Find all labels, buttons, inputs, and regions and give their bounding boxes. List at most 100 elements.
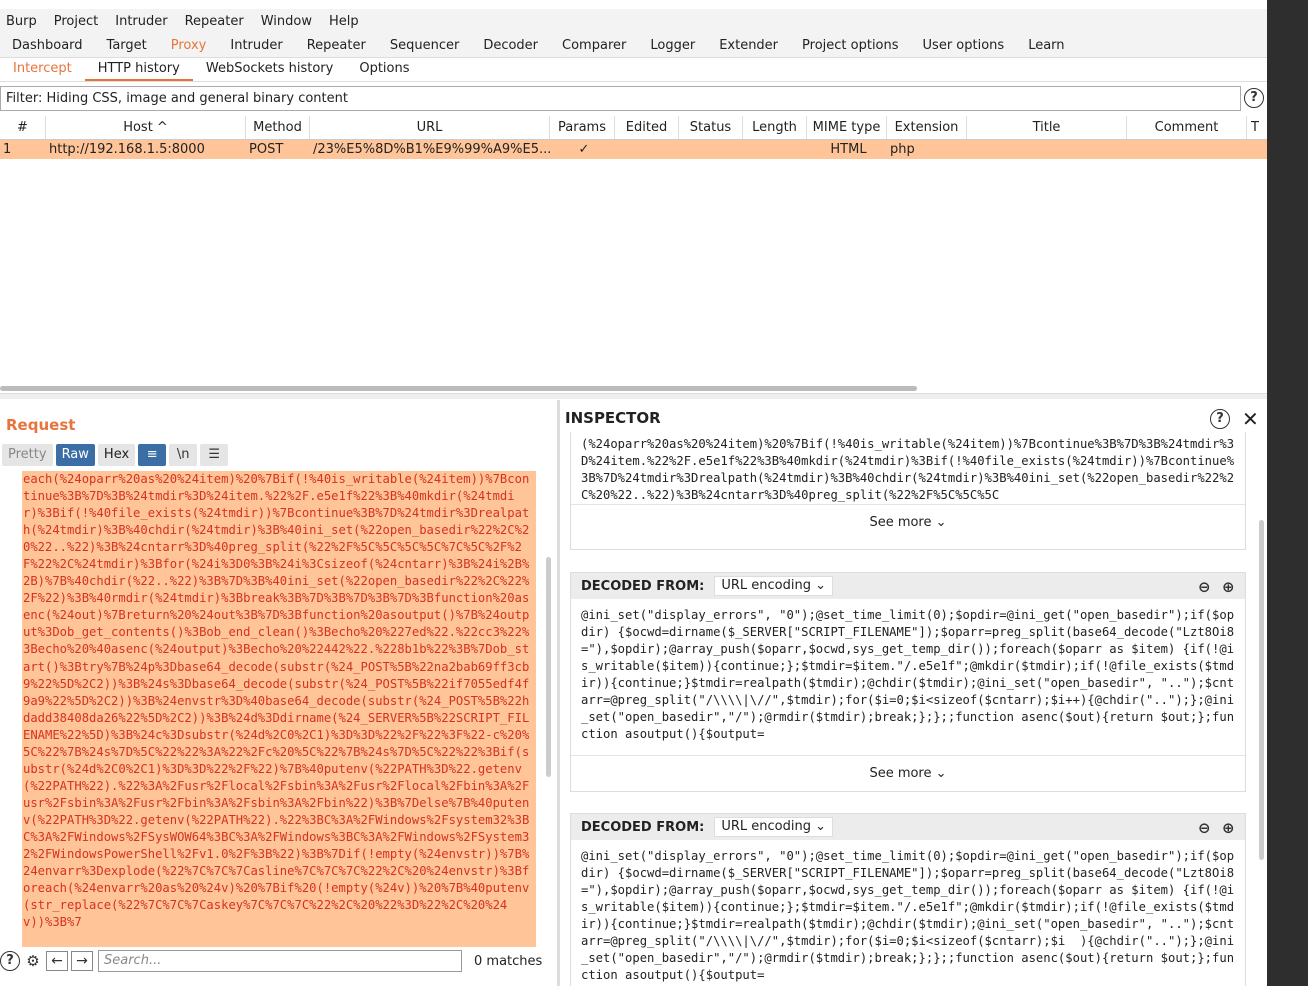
tab-user-options[interactable]: User options: [911, 34, 1017, 58]
search-input[interactable]: Search...: [98, 950, 462, 972]
wrap-lines-icon[interactable]: ≡: [138, 444, 167, 466]
col-length[interactable]: Length: [743, 116, 807, 139]
tab-extender[interactable]: Extender: [707, 34, 790, 58]
see-more-label: See more: [869, 515, 932, 530]
tab-logger[interactable]: Logger: [638, 34, 707, 58]
tab-proxy[interactable]: Proxy: [159, 34, 219, 58]
pretty-button[interactable]: Pretty: [2, 444, 53, 466]
tab-decoder[interactable]: Decoder: [471, 34, 550, 58]
menu-project[interactable]: Project: [48, 14, 104, 29]
menu-window[interactable]: Window: [255, 14, 318, 29]
see-more-button[interactable]: See more ⌄: [571, 504, 1245, 540]
decoded-text: @ini_set("display_errors", "0");@set_tim…: [571, 599, 1245, 755]
tab-intruder[interactable]: Intruder: [218, 34, 294, 58]
tab-dashboard[interactable]: Dashboard: [0, 34, 95, 58]
value-snippet: (%24oparr%20as%20%24item)%20%7Bif(!%40is…: [571, 432, 1245, 504]
inspector-value-card: (%24oparr%20as%20%24item)%20%7Bif(!%40is…: [570, 432, 1246, 550]
tab-intercept[interactable]: Intercept: [0, 58, 85, 81]
raw-button[interactable]: Raw: [55, 444, 95, 466]
col-method[interactable]: Method: [246, 116, 310, 139]
chevron-down-icon: ⌄: [935, 515, 947, 530]
menu-bar: Burp Project Intruder Repeater Window He…: [0, 9, 1267, 34]
filter-bar[interactable]: Filter: Hiding CSS, image and general bi…: [0, 86, 1241, 111]
tab-http-history[interactable]: HTTP history: [84, 58, 193, 81]
menu-help[interactable]: Help: [323, 14, 365, 29]
tab-websockets-history[interactable]: WebSockets history: [193, 58, 346, 81]
tab-comparer[interactable]: Comparer: [550, 34, 638, 58]
tab-target[interactable]: Target: [95, 34, 159, 58]
col-comment[interactable]: Comment: [1127, 116, 1247, 139]
cell-mime: HTML: [830, 142, 867, 157]
request-vertical-scrollbar[interactable]: [546, 557, 551, 777]
decoded-card-2: DECODED FROM: URL encoding ⌄ ⊖ ⊕ @ini_se…: [570, 813, 1246, 986]
col-tls[interactable]: T: [1247, 116, 1267, 139]
menu-icon[interactable]: ☰: [200, 444, 229, 466]
col-edited[interactable]: Edited: [615, 116, 679, 139]
tab-project-options[interactable]: Project options: [790, 34, 911, 58]
hex-button[interactable]: Hex: [97, 444, 136, 466]
raw-request-body[interactable]: each(%24oparr%20as%20%24item)%20%7Bif(!%…: [22, 471, 536, 947]
expand-icon[interactable]: ⊕: [1222, 578, 1235, 596]
help-icon[interactable]: ?: [1244, 88, 1264, 108]
col-params[interactable]: Params: [550, 116, 615, 139]
table-header: # Host ^ Method URL Params Edited Status…: [0, 116, 1267, 140]
table-horizontal-scrollbar[interactable]: [0, 386, 917, 391]
pane-splitter[interactable]: [0, 393, 1267, 399]
main-tabs: Dashboard Target Proxy Intruder Repeater…: [0, 34, 1267, 58]
collapse-icon[interactable]: ⊖: [1198, 819, 1211, 837]
decoded-header: DECODED FROM: URL encoding ⌄ ⊖ ⊕: [571, 814, 1245, 840]
decoded-header: DECODED FROM: URL encoding ⌄ ⊖ ⊕: [571, 573, 1245, 599]
menu-intruder[interactable]: Intruder: [109, 14, 173, 29]
decoded-label: DECODED FROM:: [581, 578, 705, 594]
decoded-label: DECODED FROM:: [581, 819, 705, 835]
expand-icon[interactable]: ⊕: [1222, 819, 1235, 837]
cell-comment: [1127, 140, 1247, 159]
col-status[interactable]: Status: [679, 116, 743, 139]
cell-host: http://192.168.1.5:8000: [49, 142, 205, 157]
cell-status: [679, 140, 743, 159]
cell-length: [743, 140, 807, 159]
encoding-select[interactable]: URL encoding ⌄: [714, 576, 833, 596]
tab-learn[interactable]: Learn: [1016, 34, 1076, 58]
desktop-edge: [1267, 0, 1308, 986]
settings-gear-icon[interactable]: ⚙: [23, 951, 43, 971]
next-arrow-icon[interactable]: →: [71, 951, 93, 971]
decoded-text: @ini_set("display_errors", "0");@set_tim…: [571, 840, 1245, 986]
show-newlines-button[interactable]: \n: [169, 444, 198, 466]
col-url[interactable]: URL: [310, 116, 550, 139]
menu-repeater[interactable]: Repeater: [179, 14, 250, 29]
chevron-down-icon: ⌄: [935, 766, 947, 781]
burp-window: Burp Project Intruder Repeater Window He…: [0, 0, 1267, 986]
tab-options[interactable]: Options: [346, 58, 422, 81]
col-host[interactable]: Host ^: [46, 116, 246, 139]
cell-tls: [1247, 140, 1267, 159]
inspector-vertical-scrollbar[interactable]: [1259, 520, 1264, 860]
col-extension[interactable]: Extension: [887, 116, 967, 139]
match-count: 0 matches: [474, 953, 543, 969]
cell-title: [967, 140, 1127, 159]
see-more-button[interactable]: See more ⌄: [571, 755, 1245, 791]
see-more-label: See more: [869, 766, 932, 781]
collapse-icon[interactable]: ⊖: [1198, 578, 1211, 596]
menu-burp[interactable]: Burp: [0, 14, 43, 29]
cell-params-check: ✓: [578, 142, 590, 157]
inspector-help-icon[interactable]: ?: [1210, 409, 1230, 429]
col-mime-type[interactable]: MIME type: [807, 116, 887, 139]
cell-method: POST: [249, 142, 284, 157]
request-toolbar: Pretty Raw Hex ≡ \n ☰: [2, 444, 229, 466]
table-row[interactable]: 1 http://192.168.1.5:8000 POST /23%E5%8D…: [0, 140, 1267, 159]
encoding-select[interactable]: URL encoding ⌄: [714, 817, 833, 837]
col-title[interactable]: Title: [967, 116, 1127, 139]
col-num[interactable]: #: [0, 116, 46, 139]
tab-sequencer[interactable]: Sequencer: [378, 34, 471, 58]
request-title: Request: [6, 416, 76, 434]
previous-arrow-icon[interactable]: ←: [46, 951, 68, 971]
decoded-card-1: DECODED FROM: URL encoding ⌄ ⊖ ⊕ @ini_se…: [570, 572, 1246, 792]
request-pane: Request Pretty Raw Hex ≡ \n ☰ each(%24op…: [0, 400, 557, 986]
search-bar: ? ⚙ ← → Search... 0 matches: [0, 946, 557, 976]
cell-edited: [615, 140, 679, 159]
close-icon[interactable]: ✕: [1242, 407, 1259, 431]
cell-num: 1: [3, 142, 12, 157]
tab-repeater[interactable]: Repeater: [295, 34, 378, 58]
help-icon[interactable]: ?: [0, 951, 20, 971]
